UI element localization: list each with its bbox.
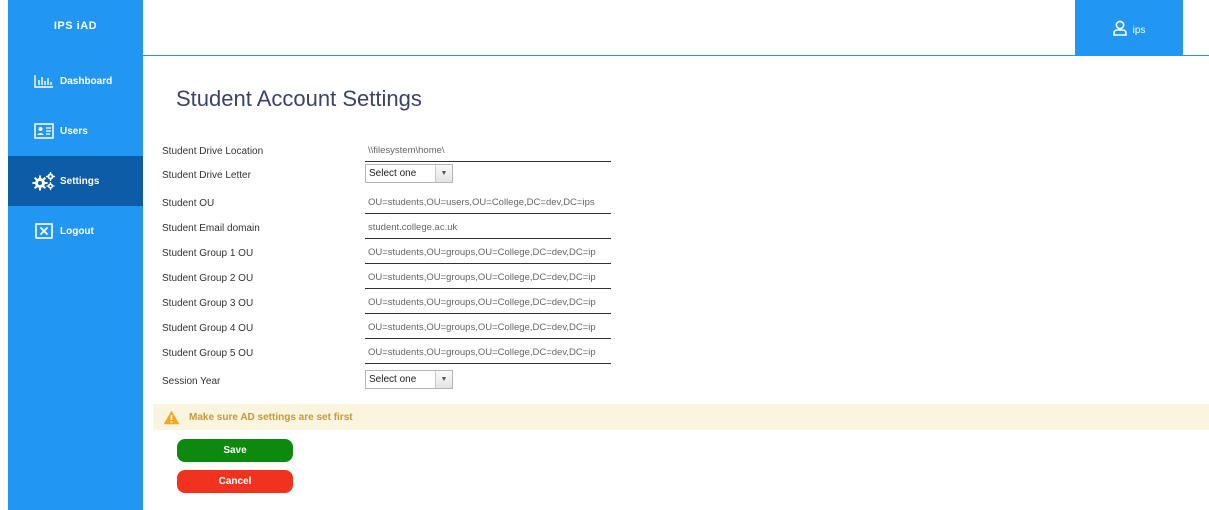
field-label: Student Group 1 OU (162, 248, 254, 259)
sidebar-item-label: Logout (60, 225, 94, 237)
field-label: Student Drive Location (162, 146, 264, 157)
warning-banner: Make sure AD settings are set first (153, 404, 1209, 430)
field-label: Student Group 4 OU (162, 323, 254, 334)
sidebar-item-label: Settings (60, 175, 100, 187)
field-label: Session Year (162, 376, 221, 387)
user-menu[interactable]: ips (1075, 0, 1183, 55)
warning-text: Make sure AD settings are set first (189, 411, 353, 423)
form-row-drive-letter: Student Drive Letter Select one ▼ (162, 164, 622, 189)
save-button[interactable]: Save (177, 439, 293, 462)
field-label: Student Email domain (162, 223, 260, 234)
chevron-down-icon: ▼ (435, 165, 452, 182)
form-row-session-year: Session Year Select one ▼ (162, 370, 622, 395)
sidebar-item-label: Users (60, 125, 88, 137)
sidebar-item-dashboard[interactable]: Dashboard (8, 56, 143, 106)
form-row-group4: Student Group 4 OU OU=students,OU=groups… (162, 318, 622, 343)
ou-input[interactable]: OU=students,OU=users,OU=College,DC=dev,D… (365, 193, 611, 214)
user-name: ips (1132, 25, 1146, 36)
select-value: Select one (369, 374, 417, 385)
form-row-group2: Student Group 2 OU OU=students,OU=groups… (162, 268, 622, 293)
field-label: Student Group 2 OU (162, 273, 254, 284)
id-card-icon (32, 121, 56, 141)
sidebar-item-settings[interactable]: Settings (8, 156, 143, 206)
group4-input[interactable]: OU=students,OU=groups,OU=College,DC=dev,… (365, 318, 611, 339)
form-row-group3: Student Group 3 OU OU=students,OU=groups… (162, 293, 622, 318)
app-root: IPS iAD Dashboard Users Settings Logout … (0, 0, 1209, 510)
form-row-group5: Student Group 5 OU OU=students,OU=groups… (162, 343, 622, 368)
form-row-group1: Student Group 1 OU OU=students,OU=groups… (162, 243, 622, 268)
drive-letter-select[interactable]: Select one ▼ (365, 164, 453, 183)
group3-input[interactable]: OU=students,OU=groups,OU=College,DC=dev,… (365, 293, 611, 314)
email-domain-input[interactable]: student.college.ac.uk (365, 218, 611, 239)
session-year-select[interactable]: Select one ▼ (365, 370, 453, 389)
field-label: Student Group 5 OU (162, 348, 254, 359)
warning-icon (163, 410, 180, 424)
select-value: Select one (369, 168, 417, 179)
page-title: Student Account Settings (176, 86, 422, 111)
gears-icon (32, 171, 56, 191)
cancel-button[interactable]: Cancel (177, 470, 293, 493)
close-box-icon (32, 221, 56, 241)
brand-logo[interactable]: IPS iAD (8, 0, 143, 56)
sidebar-item-users[interactable]: Users (8, 106, 143, 156)
top-bar: ips (143, 0, 1209, 56)
sidebar: IPS iAD Dashboard Users Settings Logout (8, 0, 143, 510)
form-row-drive-location: Student Drive Location \\filesystem\home… (162, 141, 622, 166)
group2-input[interactable]: OU=students,OU=groups,OU=College,DC=dev,… (365, 268, 611, 289)
chevron-down-icon: ▼ (435, 371, 452, 388)
form-row-email-domain: Student Email domain student.college.ac.… (162, 218, 622, 243)
brand-text: IPS iAD (53, 20, 98, 32)
field-label: Student Group 3 OU (162, 298, 254, 309)
field-label: Student Drive Letter (162, 170, 251, 181)
chart-icon (32, 71, 56, 91)
user-icon (1112, 20, 1127, 36)
group5-input[interactable]: OU=students,OU=groups,OU=College,DC=dev,… (365, 343, 611, 364)
group1-input[interactable]: OU=students,OU=groups,OU=College,DC=dev,… (365, 243, 611, 264)
sidebar-item-label: Dashboard (60, 75, 113, 87)
field-label: Student OU (162, 198, 215, 209)
form-row-ou: Student OU OU=students,OU=users,OU=Colle… (162, 193, 622, 218)
drive-location-input[interactable]: \\filesystem\home\ (365, 141, 611, 162)
sidebar-item-logout[interactable]: Logout (8, 206, 143, 256)
